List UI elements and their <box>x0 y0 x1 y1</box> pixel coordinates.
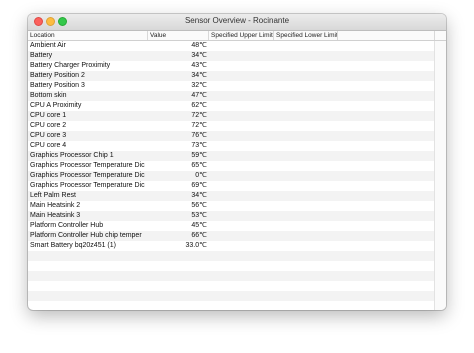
table-row[interactable]: Graphics Processor Temperature Dic 69℃ <box>28 181 435 191</box>
location-cell: CPU core 3 <box>30 132 67 139</box>
value-cell: 45℃ <box>191 222 207 229</box>
table-row[interactable]: Battery Position 3 32℃ <box>28 81 435 91</box>
table-row[interactable]: Ambient Air 48℃ <box>28 41 435 51</box>
table-row[interactable]: CPU A Proximity 62℃ <box>28 101 435 111</box>
location-cell: Graphics Processor Chip 1 <box>30 152 114 159</box>
location-cell: Battery <box>30 52 53 59</box>
location-cell: Ambient Air <box>30 42 66 49</box>
empty-table-row[interactable] <box>28 251 435 261</box>
value-cell: 48℃ <box>191 42 207 49</box>
vertical-scrollbar[interactable] <box>434 41 446 310</box>
table-row[interactable]: Battery Position 2 34℃ <box>28 71 435 81</box>
value-cell: 43℃ <box>191 62 207 69</box>
value-cell: 66℃ <box>191 232 207 239</box>
value-cell: 59℃ <box>191 152 207 159</box>
location-cell: Graphics Processor Temperature Dic <box>30 182 145 189</box>
value-cell: 47℃ <box>191 92 207 99</box>
value-cell: 33.0℃ <box>185 242 208 249</box>
column-header-filler <box>338 31 435 40</box>
value-cell: 76℃ <box>191 132 207 139</box>
value-cell: 32℃ <box>191 82 207 89</box>
value-cell: 65℃ <box>191 162 207 169</box>
column-header-lower-limit[interactable]: Specified Lower Limit <box>274 31 338 40</box>
value-cell: 72℃ <box>191 122 207 129</box>
location-cell: Left Palm Rest <box>30 192 76 199</box>
column-header-value[interactable]: Value <box>148 31 209 40</box>
value-cell: 34℃ <box>191 72 207 79</box>
table-row[interactable]: Graphics Processor Temperature Dic 65℃ <box>28 161 435 171</box>
table-row[interactable]: Battery 34℃ <box>28 51 435 61</box>
table-row[interactable]: Platform Controller Hub chip temper 66℃ <box>28 231 435 241</box>
table-row[interactable]: CPU core 2 72℃ <box>28 121 435 131</box>
location-cell: Platform Controller Hub <box>30 222 104 229</box>
value-cell: 0℃ <box>195 172 207 179</box>
empty-table-row[interactable] <box>28 291 435 301</box>
location-cell: CPU A Proximity <box>30 102 82 109</box>
location-cell: Bottom skin <box>30 92 67 99</box>
table-header: Location Value Specified Upper Limit Spe… <box>28 31 446 41</box>
window-title: Sensor Overview - Rocinante <box>184 16 290 25</box>
location-cell: Smart Battery bq20z451 (1) <box>30 242 116 249</box>
location-cell: Battery Position 3 <box>30 82 85 89</box>
location-cell: Graphics Processor Temperature Dic <box>30 172 145 179</box>
table-row[interactable]: Bottom skin 47℃ <box>28 91 435 101</box>
column-header-upper-limit[interactable]: Specified Upper Limit <box>209 31 274 40</box>
location-cell: CPU core 1 <box>30 112 67 119</box>
table-row[interactable]: Graphics Processor Chip 1 59℃ <box>28 151 435 161</box>
table-row[interactable]: Platform Controller Hub 45℃ <box>28 221 435 231</box>
location-cell: Graphics Processor Temperature Dic <box>30 162 145 169</box>
table-row[interactable]: CPU core 3 76℃ <box>28 131 435 141</box>
location-cell: CPU core 4 <box>30 142 67 149</box>
value-cell: 53℃ <box>191 212 207 219</box>
value-cell: 56℃ <box>191 202 207 209</box>
table-row[interactable]: Left Palm Rest 34℃ <box>28 191 435 201</box>
table-row[interactable]: Battery Charger Proximity 43℃ <box>28 61 435 71</box>
column-header-location[interactable]: Location <box>28 31 148 40</box>
location-cell: CPU core 2 <box>30 122 67 129</box>
table-row[interactable]: Graphics Processor Temperature Dic 0℃ <box>28 171 435 181</box>
sensor-table-body: Ambient Air 48℃ Battery 34℃ Battery Charger … <box>28 41 435 310</box>
value-cell: 62℃ <box>191 102 207 109</box>
location-cell: Platform Controller Hub chip temper <box>30 232 142 239</box>
table-row[interactable]: CPU core 1 72℃ <box>28 111 435 121</box>
table-row[interactable]: CPU core 4 73℃ <box>28 141 435 151</box>
value-cell: 34℃ <box>191 52 207 59</box>
table-row[interactable]: Main Heatsink 3 53℃ <box>28 211 435 221</box>
location-cell: Main Heatsink 3 <box>30 212 81 219</box>
empty-table-row[interactable] <box>28 281 435 291</box>
table-row[interactable]: Main Heatsink 2 56℃ <box>28 201 435 211</box>
empty-table-row[interactable] <box>28 301 435 310</box>
location-cell: Main Heatsink 2 <box>30 202 81 209</box>
value-cell: 72℃ <box>191 112 207 119</box>
value-cell: 69℃ <box>191 182 207 189</box>
value-cell: 73℃ <box>191 142 207 149</box>
table-row[interactable]: Smart Battery bq20z451 (1) 33.0℃ <box>28 241 435 251</box>
sensor-overview-window: Sensor Overview - Rocinante Location Val… <box>28 14 446 310</box>
location-cell: Battery Charger Proximity <box>30 62 111 69</box>
empty-table-row[interactable] <box>28 261 435 271</box>
title-bar: Sensor Overview - Rocinante <box>28 14 446 31</box>
value-cell: 34℃ <box>191 192 207 199</box>
empty-table-row[interactable] <box>28 271 435 281</box>
location-cell: Battery Position 2 <box>30 72 85 79</box>
